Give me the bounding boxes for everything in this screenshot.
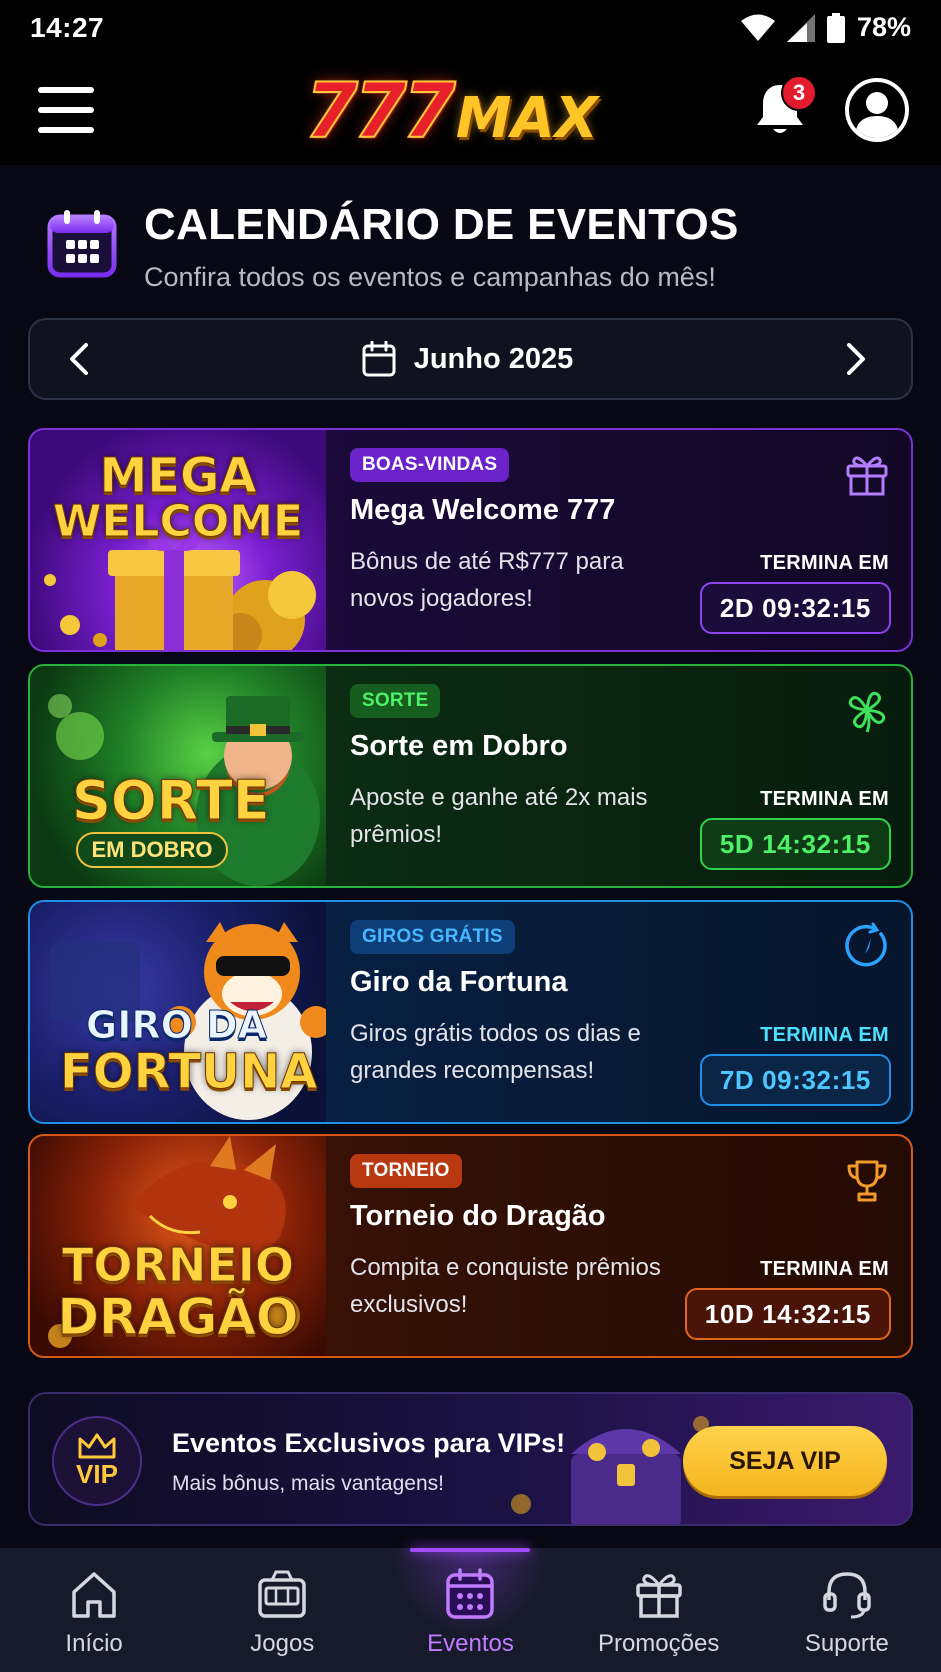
chevron-left-icon <box>70 343 88 375</box>
menu-icon[interactable] <box>38 87 94 133</box>
next-month-button[interactable] <box>841 339 871 379</box>
event-description: Giros grátis todos os dias e grandes rec… <box>350 1020 641 1084</box>
nav-item-inicio[interactable]: Início <box>0 1548 188 1672</box>
spin-icon <box>845 922 887 967</box>
status-bar: 14:27 78% <box>0 0 941 55</box>
event-banner-image: MEGA WELCOME <box>30 430 326 650</box>
event-art-title-line2: WELCOME <box>52 496 304 547</box>
crown-icon <box>78 1433 116 1458</box>
nav-item-promocoes[interactable]: Promoções <box>565 1548 753 1672</box>
event-tag: GIROS GRÁTIS <box>350 920 515 954</box>
header-actions: 3 <box>749 75 909 142</box>
event-tag: TORNEIO <box>350 1154 462 1188</box>
event-art-title-line2: DRAGÃO <box>57 1288 299 1346</box>
event-details: TORNEIO Torneio do Dragão Compita e conq… <box>326 1136 911 1356</box>
event-art-title-line2: EM DOBRO <box>76 832 228 868</box>
calendar-icon <box>47 210 117 278</box>
nav-item-suporte[interactable]: Suporte <box>753 1548 941 1672</box>
chevron-right-icon <box>847 343 865 375</box>
calendar-icon <box>446 1568 495 1619</box>
event-description: Bônus de até R$777 para novos jogadores! <box>350 548 624 612</box>
logo-max: MAX <box>455 85 598 151</box>
page-title: CALENDÁRIO DE EVENTOS <box>144 200 739 249</box>
page-subtitle: Confira todos os eventos e campanhas do … <box>144 262 716 292</box>
event-card-torneio-dragao[interactable]: TORNEIO DRAGÃO TORNEIO Torneio do Dragão… <box>28 1134 913 1358</box>
nav-label: Suporte <box>804 1630 889 1657</box>
notification-count-badge: 3 <box>781 75 817 111</box>
event-art-title-line1: MEGA <box>99 448 257 504</box>
bottom-navigation: Início Jogos Eventos Promoções Suporte <box>0 1548 941 1672</box>
event-title: Torneio do Dragão <box>350 1200 606 1232</box>
nav-label: Início <box>65 1630 123 1657</box>
status-icons: 78% <box>740 12 911 43</box>
event-description: Compita e conquiste prêmios exclusivos! <box>350 1254 661 1318</box>
event-art-title-line1: SORTE <box>72 769 271 832</box>
vip-badge-label: VIP <box>76 1458 118 1489</box>
event-details: GIROS GRÁTIS Giro da Fortuna Giros gráti… <box>326 902 911 1122</box>
month-selector: Junho 2025 <box>28 318 913 400</box>
event-title: Giro da Fortuna <box>350 966 568 998</box>
event-tag: SORTE <box>350 684 441 718</box>
page-header: CALENDÁRIO DE EVENTOS Confira todos os e… <box>46 200 906 292</box>
countdown-timer: 7D 09:32:15 <box>699 1054 891 1106</box>
month-label: Junho 2025 <box>413 342 574 375</box>
battery-icon <box>826 12 845 43</box>
event-card-sorte-em-dobro[interactable]: SORTE EM DOBRO SORTE Sorte em Dobro Apos… <box>28 664 913 888</box>
event-details: SORTE Sorte em Dobro Aposte e ganhe até … <box>326 666 911 886</box>
ends-in-label: TERMINA EM <box>760 788 889 810</box>
ends-in-label: TERMINA EM <box>760 1024 889 1046</box>
vip-badge: VIP <box>52 1416 142 1506</box>
event-art-title-line1: GIRO DA <box>86 1003 268 1047</box>
nav-label: Jogos <box>250 1630 315 1657</box>
ends-in-label: TERMINA EM <box>760 1258 889 1280</box>
logo-777: 777 <box>304 65 457 156</box>
event-title: Sorte em Dobro <box>350 730 568 762</box>
vip-subtitle: Mais bônus, mais vantagens! <box>172 1472 444 1495</box>
event-card-giro-da-fortuna[interactable]: GIRO DA FORTUNA GIROS GRÁTIS Giro da For… <box>28 900 913 1124</box>
gift-icon <box>846 456 888 496</box>
become-vip-button[interactable]: SEJA VIP <box>683 1426 887 1496</box>
brand-logo[interactable]: 777 MAX <box>304 65 598 156</box>
event-title: Mega Welcome 777 <box>350 494 616 526</box>
wifi-icon <box>740 14 775 41</box>
event-banner-image: TORNEIO DRAGÃO <box>30 1136 326 1356</box>
month-display[interactable]: Junho 2025 <box>362 341 574 377</box>
user-icon <box>855 92 899 138</box>
countdown-timer: 2D 09:32:15 <box>699 582 891 634</box>
active-tab-indicator <box>410 1548 531 1552</box>
slot-machine-icon <box>258 1570 307 1618</box>
event-details: BOAS-VINDAS Mega Welcome 777 Bônus de at… <box>326 430 911 650</box>
previous-month-button[interactable] <box>64 339 94 379</box>
home-icon <box>72 1572 116 1618</box>
event-description: Aposte e ganhe até 2x mais prêmios! <box>350 784 648 848</box>
signal-icon <box>786 13 815 42</box>
event-banner-image: GIRO DA FORTUNA <box>30 902 326 1122</box>
gift-icon <box>635 1574 682 1618</box>
vip-title: Eventos Exclusivos para VIPs! <box>172 1428 566 1458</box>
ends-in-label: TERMINA EM <box>760 552 889 574</box>
event-card-mega-welcome[interactable]: MEGA WELCOME BOAS-VINDAS Mega Welcome 77… <box>28 428 913 652</box>
event-art-title-line1: TORNEIO <box>61 1238 295 1292</box>
event-tag: BOAS-VINDAS <box>350 448 510 482</box>
battery-level: 78% <box>856 12 911 42</box>
nav-label: Eventos <box>427 1630 514 1657</box>
countdown-timer: 10D 14:32:15 <box>684 1288 891 1340</box>
trophy-icon <box>847 1160 887 1202</box>
headset-icon <box>823 1572 871 1619</box>
nav-item-eventos[interactable]: Eventos <box>376 1548 564 1672</box>
event-banner-image: SORTE EM DOBRO <box>30 666 326 886</box>
calendar-small-icon <box>362 341 396 377</box>
status-time: 14:27 <box>30 11 105 43</box>
user-avatar[interactable] <box>845 78 909 142</box>
countdown-timer: 5D 14:32:15 <box>699 818 891 870</box>
notifications-button[interactable]: 3 <box>749 75 817 141</box>
event-art-title-line2: FORTUNA <box>60 1044 318 1100</box>
nav-label: Promoções <box>597 1630 720 1657</box>
vip-banner[interactable]: VIP Eventos Exclusivos para VIPs! Mais b… <box>28 1392 913 1526</box>
clover-icon <box>848 691 886 733</box>
top-navigation: 777 MAX 3 <box>0 55 941 165</box>
nav-item-jogos[interactable]: Jogos <box>188 1548 376 1672</box>
